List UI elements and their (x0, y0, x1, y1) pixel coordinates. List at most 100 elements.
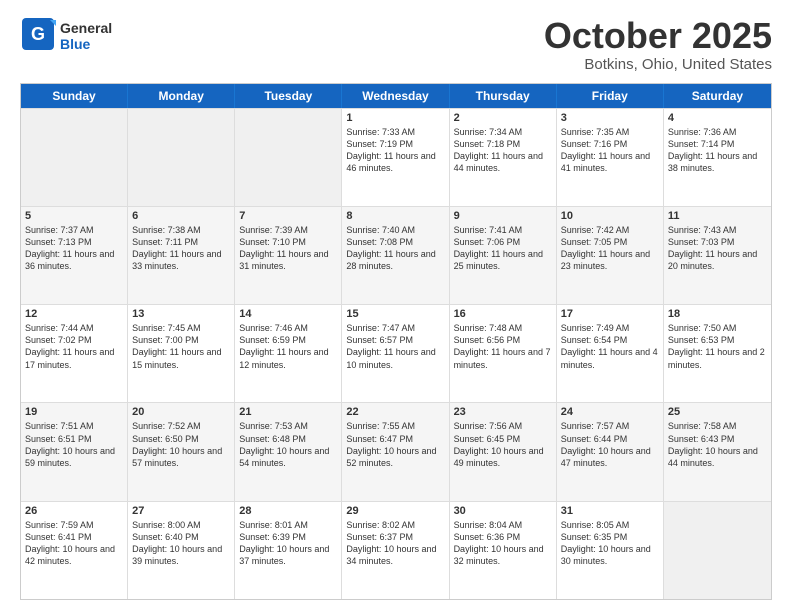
day-number: 1 (346, 112, 444, 124)
day-info: Sunrise: 7:47 AM Sunset: 6:57 PM Dayligh… (346, 322, 444, 371)
calendar-row-4: 19 Sunrise: 7:51 AM Sunset: 6:51 PM Dayli… (21, 402, 771, 500)
day-info: Sunrise: 7:46 AM Sunset: 6:59 PM Dayligh… (239, 322, 337, 371)
cell-day-3: 3 Sunrise: 7:35 AM Sunset: 7:16 PM Daylig… (557, 109, 664, 206)
day-info: Sunrise: 7:48 AM Sunset: 6:56 PM Dayligh… (454, 322, 552, 371)
day-info: Sunrise: 7:52 AM Sunset: 6:50 PM Dayligh… (132, 420, 230, 469)
day-number: 28 (239, 505, 337, 517)
cell-day-29: 29 Sunrise: 8:02 AM Sunset: 6:37 PM Dayli… (342, 502, 449, 599)
day-number: 3 (561, 112, 659, 124)
day-number: 23 (454, 406, 552, 418)
cell-day-7: 7 Sunrise: 7:39 AM Sunset: 7:10 PM Daylig… (235, 207, 342, 304)
day-info: Sunrise: 7:44 AM Sunset: 7:02 PM Dayligh… (25, 322, 123, 371)
cell-day-14: 14 Sunrise: 7:46 AM Sunset: 6:59 PM Dayli… (235, 305, 342, 402)
day-number: 11 (668, 210, 767, 222)
day-number: 2 (454, 112, 552, 124)
day-number: 29 (346, 505, 444, 517)
cell-day-9: 9Sunrise: 7:41 AM Sunset: 7:06 PM Daylig… (450, 207, 557, 304)
day-number: 9 (454, 210, 552, 222)
day-info: Sunrise: 7:55 AM Sunset: 6:47 PM Dayligh… (346, 420, 444, 469)
cell-day-11: 11Sunrise: 7:43 AM Sunset: 7:03 PM Dayli… (664, 207, 771, 304)
day-info: Sunrise: 7:38 AM Sunset: 7:11 PM Dayligh… (132, 224, 230, 273)
day-info: Sunrise: 7:51 AM Sunset: 6:51 PM Dayligh… (25, 420, 123, 469)
logo-general: General (60, 20, 112, 36)
cell-day-2: 2Sunrise: 7:34 AM Sunset: 7:18 PM Daylig… (450, 109, 557, 206)
day-number: 10 (561, 210, 659, 222)
day-number: 22 (346, 406, 444, 418)
day-info: Sunrise: 7:50 AM Sunset: 6:53 PM Dayligh… (668, 322, 767, 371)
day-number: 15 (346, 308, 444, 320)
day-number: 5 (25, 210, 123, 222)
cell-day-10: 10 Sunrise: 7:42 AM Sunset: 7:05 PM Dayli… (557, 207, 664, 304)
day-info: Sunrise: 8:02 AM Sunset: 6:37 PM Dayligh… (346, 519, 444, 568)
day-number: 17 (561, 308, 659, 320)
cell-day-4: 4 Sunrise: 7:36 AM Sunset: 7:14 PM Daylig… (664, 109, 771, 206)
cell-day-15: 15 Sunrise: 7:47 AM Sunset: 6:57 PM Dayli… (342, 305, 449, 402)
cell-day-28: 28 Sunrise: 8:01 AM Sunset: 6:39 PM Dayli… (235, 502, 342, 599)
cell-day-1: 1Sunrise: 7:33 AM Sunset: 7:19 PM Daylig… (342, 109, 449, 206)
day-info: Sunrise: 8:01 AM Sunset: 6:39 PM Dayligh… (239, 519, 337, 568)
cell-day-17: 17 Sunrise: 7:49 AM Sunset: 6:54 PM Dayli… (557, 305, 664, 402)
day-info: Sunrise: 8:00 AM Sunset: 6:40 PM Dayligh… (132, 519, 230, 568)
day-info: Sunrise: 7:39 AM Sunset: 7:10 PM Dayligh… (239, 224, 337, 273)
day-number: 30 (454, 505, 552, 517)
cell-day-19: 19 Sunrise: 7:51 AM Sunset: 6:51 PM Dayli… (21, 403, 128, 500)
location: Botkins, Ohio, United States (544, 56, 772, 73)
page: G General Blue October 2025 Botkins, Ohi… (0, 0, 792, 612)
day-number: 14 (239, 308, 337, 320)
cell-day-16: 16 Sunrise: 7:48 AM Sunset: 6:56 PM Dayli… (450, 305, 557, 402)
logo-icon: G (20, 16, 56, 52)
calendar-body: 1Sunrise: 7:33 AM Sunset: 7:19 PM Daylig… (21, 108, 771, 599)
day-number: 8 (346, 210, 444, 222)
cell-day-31: 31Sunrise: 8:05 AM Sunset: 6:35 PM Dayli… (557, 502, 664, 599)
cell-day-6: 6 Sunrise: 7:38 AM Sunset: 7:11 PM Daylig… (128, 207, 235, 304)
header-day-sunday: Sunday (21, 84, 128, 108)
day-info: Sunrise: 7:53 AM Sunset: 6:48 PM Dayligh… (239, 420, 337, 469)
cell-empty-0-0 (21, 109, 128, 206)
day-info: Sunrise: 7:35 AM Sunset: 7:16 PM Dayligh… (561, 126, 659, 175)
cell-day-26: 26Sunrise: 7:59 AM Sunset: 6:41 PM Dayli… (21, 502, 128, 599)
month-title: October 2025 (544, 16, 772, 56)
cell-day-12: 12Sunrise: 7:44 AM Sunset: 7:02 PM Dayli… (21, 305, 128, 402)
day-number: 4 (668, 112, 767, 124)
calendar-row-2: 5 Sunrise: 7:37 AM Sunset: 7:13 PM Daylig… (21, 206, 771, 304)
header-day-friday: Friday (557, 84, 664, 108)
day-number: 20 (132, 406, 230, 418)
day-number: 25 (668, 406, 767, 418)
cell-empty-0-2 (235, 109, 342, 206)
day-number: 24 (561, 406, 659, 418)
day-info: Sunrise: 8:04 AM Sunset: 6:36 PM Dayligh… (454, 519, 552, 568)
calendar-row-5: 26Sunrise: 7:59 AM Sunset: 6:41 PM Dayli… (21, 501, 771, 599)
title-block: October 2025 Botkins, Ohio, United State… (544, 16, 772, 73)
day-number: 19 (25, 406, 123, 418)
cell-empty-4-6 (664, 502, 771, 599)
header-day-thursday: Thursday (450, 84, 557, 108)
day-info: Sunrise: 7:37 AM Sunset: 7:13 PM Dayligh… (25, 224, 123, 273)
day-info: Sunrise: 8:05 AM Sunset: 6:35 PM Dayligh… (561, 519, 659, 568)
day-info: Sunrise: 7:36 AM Sunset: 7:14 PM Dayligh… (668, 126, 767, 175)
day-number: 7 (239, 210, 337, 222)
calendar: SundayMondayTuesdayWednesdayThursdayFrid… (20, 83, 772, 600)
cell-day-8: 8 Sunrise: 7:40 AM Sunset: 7:08 PM Daylig… (342, 207, 449, 304)
cell-day-30: 30 Sunrise: 8:04 AM Sunset: 6:36 PM Dayli… (450, 502, 557, 599)
cell-day-27: 27Sunrise: 8:00 AM Sunset: 6:40 PM Dayli… (128, 502, 235, 599)
cell-day-21: 21 Sunrise: 7:53 AM Sunset: 6:48 PM Dayli… (235, 403, 342, 500)
calendar-header: SundayMondayTuesdayWednesdayThursdayFrid… (21, 84, 771, 108)
cell-day-5: 5 Sunrise: 7:37 AM Sunset: 7:13 PM Daylig… (21, 207, 128, 304)
day-info: Sunrise: 7:40 AM Sunset: 7:08 PM Dayligh… (346, 224, 444, 273)
header-day-saturday: Saturday (664, 84, 771, 108)
day-number: 21 (239, 406, 337, 418)
cell-day-22: 22 Sunrise: 7:55 AM Sunset: 6:47 PM Dayli… (342, 403, 449, 500)
calendar-row-1: 1Sunrise: 7:33 AM Sunset: 7:19 PM Daylig… (21, 108, 771, 206)
calendar-row-3: 12Sunrise: 7:44 AM Sunset: 7:02 PM Dayli… (21, 304, 771, 402)
logo-general-text: General (60, 21, 112, 36)
cell-day-20: 20 Sunrise: 7:52 AM Sunset: 6:50 PM Dayli… (128, 403, 235, 500)
day-info: Sunrise: 7:42 AM Sunset: 7:05 PM Dayligh… (561, 224, 659, 273)
header-day-tuesday: Tuesday (235, 84, 342, 108)
day-number: 6 (132, 210, 230, 222)
day-info: Sunrise: 7:57 AM Sunset: 6:44 PM Dayligh… (561, 420, 659, 469)
day-info: Sunrise: 7:49 AM Sunset: 6:54 PM Dayligh… (561, 322, 659, 371)
day-number: 26 (25, 505, 123, 517)
day-number: 16 (454, 308, 552, 320)
day-number: 18 (668, 308, 767, 320)
header-day-monday: Monday (128, 84, 235, 108)
